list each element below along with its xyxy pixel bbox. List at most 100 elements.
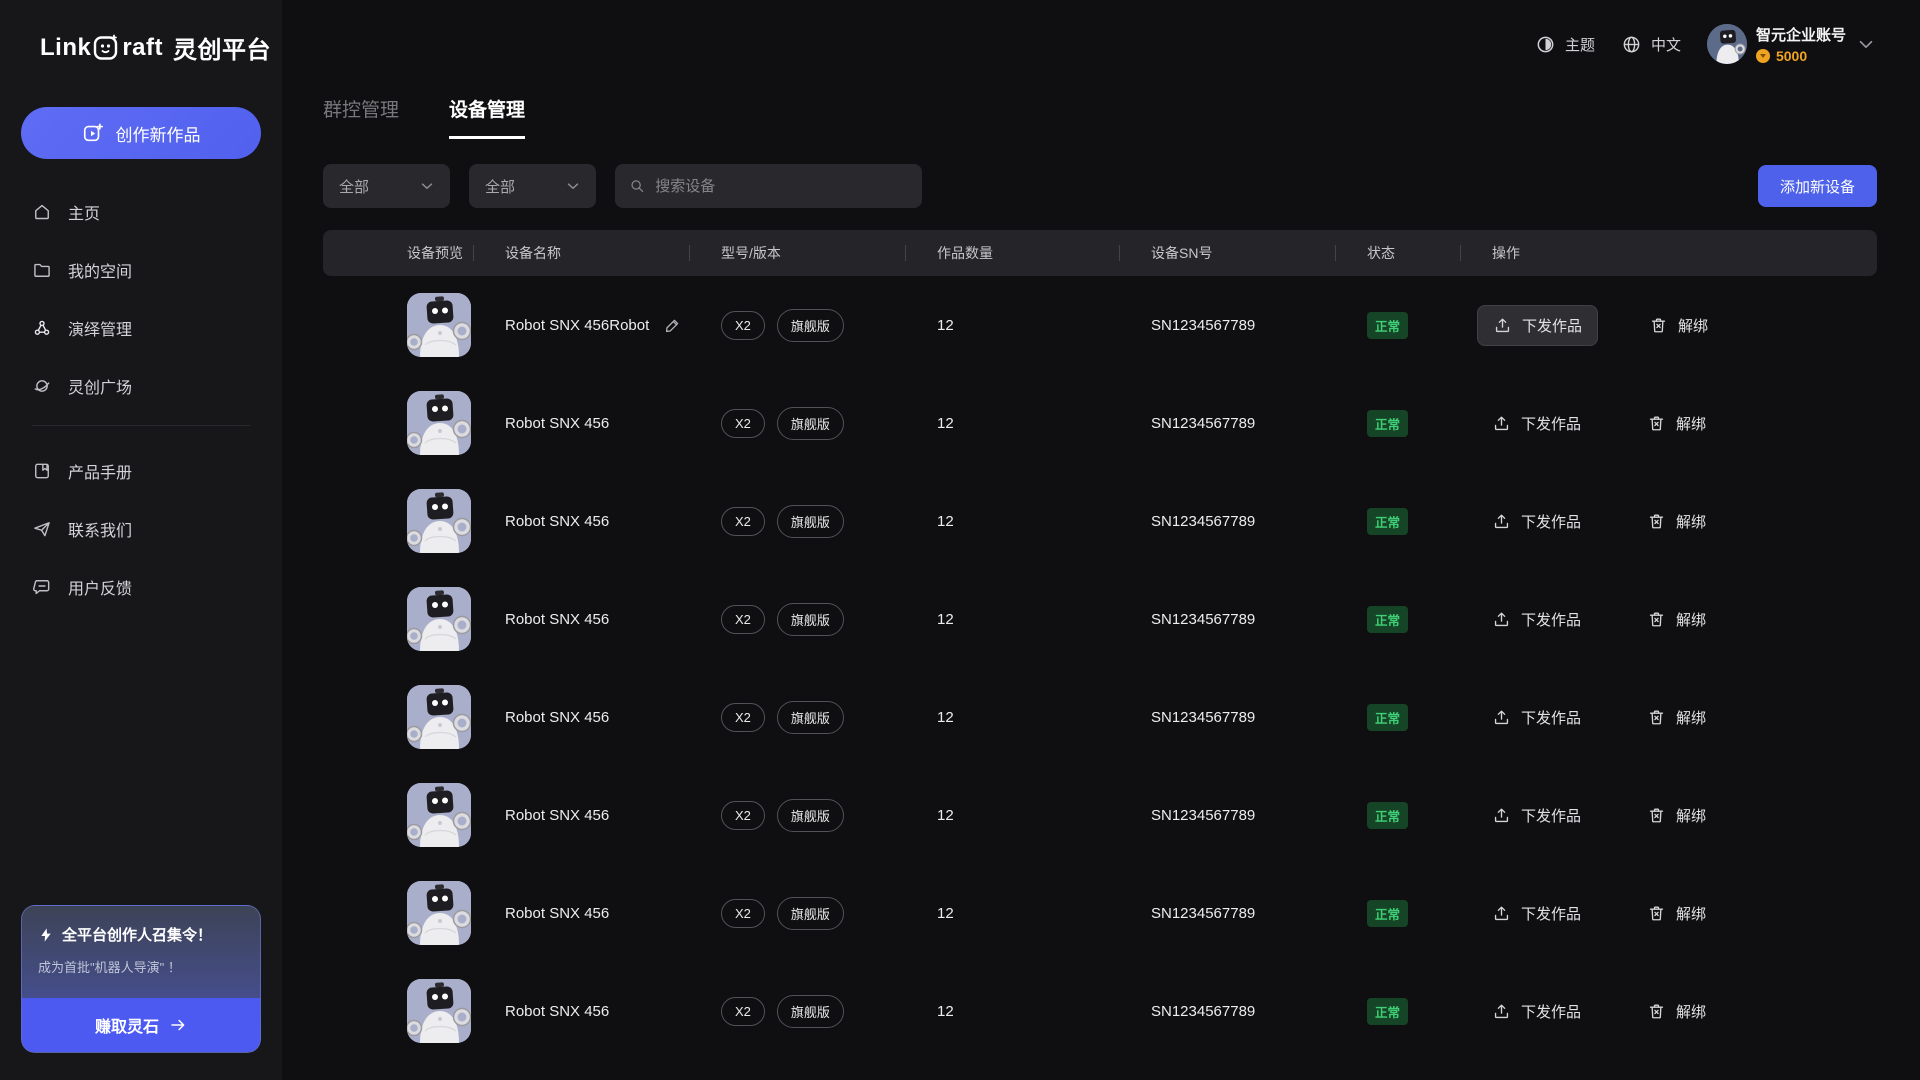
version-badge: 旗舰版	[777, 309, 844, 342]
device-preview-cell	[323, 881, 473, 945]
download-button[interactable]: 下发作品	[1492, 903, 1581, 924]
sidebar-item-lingchuang-plaza[interactable]: 灵创广场	[16, 361, 266, 411]
unbind-button[interactable]: 解绑	[1647, 511, 1706, 532]
sidebar-item-performance-management[interactable]: 演绎管理	[16, 303, 266, 353]
create-new-work-button[interactable]: 创作新作品	[21, 107, 261, 159]
table-row: Robot SNX 456 X2 旗舰版 12 SN1234567789 正常 …	[323, 668, 1877, 766]
sn-cell: SN1234567789	[1119, 317, 1335, 334]
works-count: 12	[937, 415, 954, 432]
device-sn: SN1234567789	[1151, 905, 1255, 922]
device-sn: SN1234567789	[1151, 317, 1255, 334]
download-label: 下发作品	[1522, 315, 1582, 336]
download-button[interactable]: 下发作品	[1492, 511, 1581, 532]
sidebar-item-contact-us[interactable]: 联系我们	[16, 504, 266, 554]
model-badge: X2	[721, 997, 765, 1026]
upload-icon	[1492, 610, 1511, 629]
sidebar-item-user-feedback[interactable]: 用户反馈	[16, 562, 266, 612]
planet-icon	[32, 376, 52, 396]
brand-c-logo-icon	[93, 34, 120, 61]
device-name-cell: Robot SNX 456	[473, 807, 689, 824]
device-name-cell: Robot SNX 456Robot	[473, 316, 689, 335]
sidebar-item-product-manual[interactable]: 产品手册	[16, 446, 266, 496]
unbind-button[interactable]: 解绑	[1647, 707, 1706, 728]
table-body: Robot SNX 456Robot X2 旗舰版 12 SN123456778…	[323, 276, 1877, 1060]
account-menu[interactable]: 智元企业账号 5000	[1707, 24, 1877, 64]
search-input[interactable]	[655, 178, 908, 195]
robot-avatar	[407, 489, 471, 553]
unbind-button[interactable]: 解绑	[1647, 903, 1706, 924]
model-badge: X2	[721, 899, 765, 928]
upload-icon	[1492, 512, 1511, 531]
model-version-cell: X2 旗舰版	[689, 407, 905, 440]
works-count-cell: 12	[905, 513, 1119, 530]
device-sn: SN1234567789	[1151, 1003, 1255, 1020]
unbind-button[interactable]: 解绑	[1647, 805, 1706, 826]
filter-select-status[interactable]: 全部	[469, 164, 596, 208]
status-badge: 正常	[1367, 998, 1408, 1025]
tab-device-management[interactable]: 设备管理	[449, 95, 525, 139]
trash-icon	[1647, 414, 1666, 433]
add-device-button[interactable]: 添加新设备	[1758, 165, 1877, 207]
download-label: 下发作品	[1521, 413, 1581, 434]
download-button[interactable]: 下发作品	[1477, 305, 1598, 346]
device-name-cell: Robot SNX 456	[473, 415, 689, 432]
folder-icon	[32, 260, 52, 280]
works-count: 12	[937, 1003, 954, 1020]
version-badge: 旗舰版	[777, 701, 844, 734]
actions-cell: 下发作品 解绑	[1460, 805, 1877, 826]
works-count: 12	[937, 513, 954, 530]
device-sn: SN1234567789	[1151, 513, 1255, 530]
model-version-cell: X2 旗舰版	[689, 799, 905, 832]
unbind-label: 解绑	[1676, 903, 1706, 924]
sidebar-item-label: 主页	[68, 200, 100, 224]
status-cell: 正常	[1335, 508, 1460, 535]
home-icon	[32, 202, 52, 222]
chevron-down-icon	[418, 177, 436, 195]
tab-group-control[interactable]: 群控管理	[323, 95, 399, 139]
edit-name-icon[interactable]	[663, 316, 682, 335]
download-button[interactable]: 下发作品	[1492, 707, 1581, 728]
column-header-actions: 操作	[1460, 243, 1877, 263]
works-count-cell: 12	[905, 1003, 1119, 1020]
device-name-cell: Robot SNX 456	[473, 905, 689, 922]
language-switcher[interactable]: 中文	[1621, 34, 1681, 55]
download-button[interactable]: 下发作品	[1492, 1001, 1581, 1022]
sidebar-item-my-space[interactable]: 我的空间	[16, 245, 266, 295]
device-sn: SN1234567789	[1151, 807, 1255, 824]
status-cell: 正常	[1335, 900, 1460, 927]
earn-lingshi-button[interactable]: 赚取灵石	[22, 998, 260, 1052]
unbind-button[interactable]: 解绑	[1647, 413, 1706, 434]
unbind-button[interactable]: 解绑	[1647, 1001, 1706, 1022]
account-name: 智元企业账号	[1756, 24, 1846, 45]
filter-select-type[interactable]: 全部	[323, 164, 450, 208]
unbind-label: 解绑	[1676, 609, 1706, 630]
download-button[interactable]: 下发作品	[1492, 609, 1581, 630]
download-button[interactable]: 下发作品	[1492, 413, 1581, 434]
device-name: Robot SNX 456	[505, 905, 609, 922]
filter-select-status-value: 全部	[485, 176, 515, 197]
model-version-cell: X2 旗舰版	[689, 309, 905, 342]
upload-icon	[1492, 1002, 1511, 1021]
main-content: 主题 中文 智元企业账号 5000	[282, 0, 1920, 1080]
download-button[interactable]: 下发作品	[1492, 805, 1581, 826]
works-count-cell: 12	[905, 709, 1119, 726]
brand-wordmark: Link raft 灵创平台	[40, 30, 271, 65]
actions-cell: 下发作品 解绑	[1460, 609, 1877, 630]
device-sn: SN1234567789	[1151, 415, 1255, 432]
sn-cell: SN1234567789	[1119, 415, 1335, 432]
unbind-label: 解绑	[1676, 805, 1706, 826]
robot-avatar	[407, 685, 471, 749]
paper-plane-icon	[32, 519, 52, 539]
theme-toggle[interactable]: 主题	[1535, 34, 1595, 55]
trash-icon	[1647, 512, 1666, 531]
unbind-button[interactable]: 解绑	[1649, 315, 1708, 336]
robot-avatar	[407, 783, 471, 847]
table-row: Robot SNX 456 X2 旗舰版 12 SN1234567789 正常 …	[323, 472, 1877, 570]
promo-card: 全平台创作人召集令！ 成为首批"机器人导演" ！ 赚取灵石	[21, 905, 261, 1053]
feedback-comment-icon	[32, 577, 52, 597]
unbind-button[interactable]: 解绑	[1647, 609, 1706, 630]
sidebar-item-home[interactable]: 主页	[16, 187, 266, 237]
actions-cell: 下发作品 解绑	[1460, 1001, 1877, 1022]
trash-icon	[1647, 610, 1666, 629]
chevron-down-icon[interactable]	[1855, 33, 1877, 55]
